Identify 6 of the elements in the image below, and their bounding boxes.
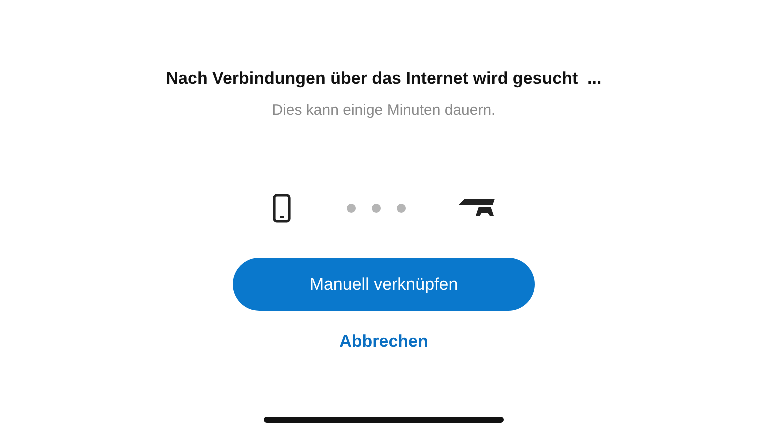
title: Nach Verbindungen über das Internet wird gesucht ... xyxy=(166,69,602,89)
phone-icon xyxy=(273,194,291,222)
console-icon xyxy=(459,199,495,217)
manual-link-button[interactable]: Manuell verknüpfen xyxy=(233,258,535,311)
cancel-link[interactable]: Abbrechen xyxy=(340,332,428,352)
subtitle: Dies kann einige Minuten dauern. xyxy=(272,102,496,119)
